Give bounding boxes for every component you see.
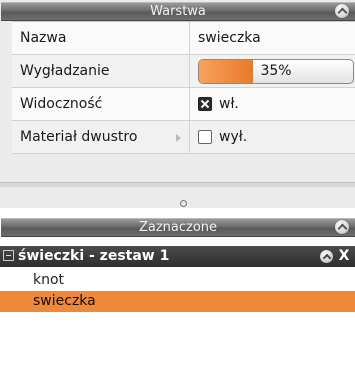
splitter-grip-icon[interactable] (180, 200, 187, 207)
property-row-double-sided: Materiał dwustro wył. (12, 121, 355, 154)
tree-collapse-icon[interactable] (3, 250, 14, 261)
collapse-panel-icon[interactable] (335, 4, 349, 18)
panel-splitter[interactable] (0, 198, 355, 208)
name-value: swieczka (198, 30, 261, 46)
visibility-toggle[interactable]: wł. (190, 88, 355, 120)
smoothing-slider[interactable]: 35% (198, 58, 354, 84)
layer-panel-title: Warstwa (150, 4, 206, 19)
property-label: Materiał dwustro (12, 121, 190, 153)
selection-panel: Zaznaczone świeczki - zestaw 1 X knot sw… (0, 208, 355, 391)
list-item[interactable]: knot (0, 270, 355, 291)
checkbox-checked-icon[interactable] (198, 97, 212, 111)
group-collapse-icon[interactable] (320, 250, 333, 263)
layer-panel: Warstwa Nazwa swieczka Wygładzanie 35% W… (0, 0, 355, 187)
property-row-name: Nazwa swieczka (12, 22, 355, 55)
collapse-panel-icon[interactable] (335, 220, 349, 234)
property-label-text: Materiał dwustro (20, 129, 138, 145)
selection-panel-title: Zaznaczone (138, 220, 218, 235)
double-sided-toggle[interactable]: wył. (190, 121, 355, 153)
property-row-smoothing: Wygładzanie 35% (12, 55, 355, 88)
selection-list: knot swieczka (0, 270, 355, 312)
property-label: Widoczność (12, 88, 190, 120)
property-label: Nazwa (12, 22, 190, 54)
properties-table: Nazwa swieczka Wygładzanie 35% Widocznoś… (12, 21, 355, 154)
expand-arrow-icon[interactable] (176, 134, 181, 142)
list-item[interactable]: swieczka (0, 291, 355, 312)
selection-panel-titlebar[interactable]: Zaznaczone (1, 218, 355, 237)
smoothing-value: 35% (260, 62, 292, 79)
layer-panel-titlebar[interactable]: Warstwa (1, 2, 355, 21)
group-header[interactable]: świeczki - zestaw 1 X (0, 246, 355, 267)
property-row-visibility: Widoczność wł. (12, 88, 355, 121)
panel-bottom-edge (0, 182, 355, 187)
property-label: Wygładzanie (12, 55, 190, 87)
name-field[interactable]: swieczka (190, 22, 355, 54)
group-name: świeczki - zestaw 1 (18, 248, 170, 264)
visibility-value: wł. (219, 96, 239, 112)
close-icon[interactable]: X (337, 246, 351, 267)
double-sided-value: wył. (219, 129, 248, 145)
checkbox-unchecked-icon[interactable] (198, 130, 212, 144)
